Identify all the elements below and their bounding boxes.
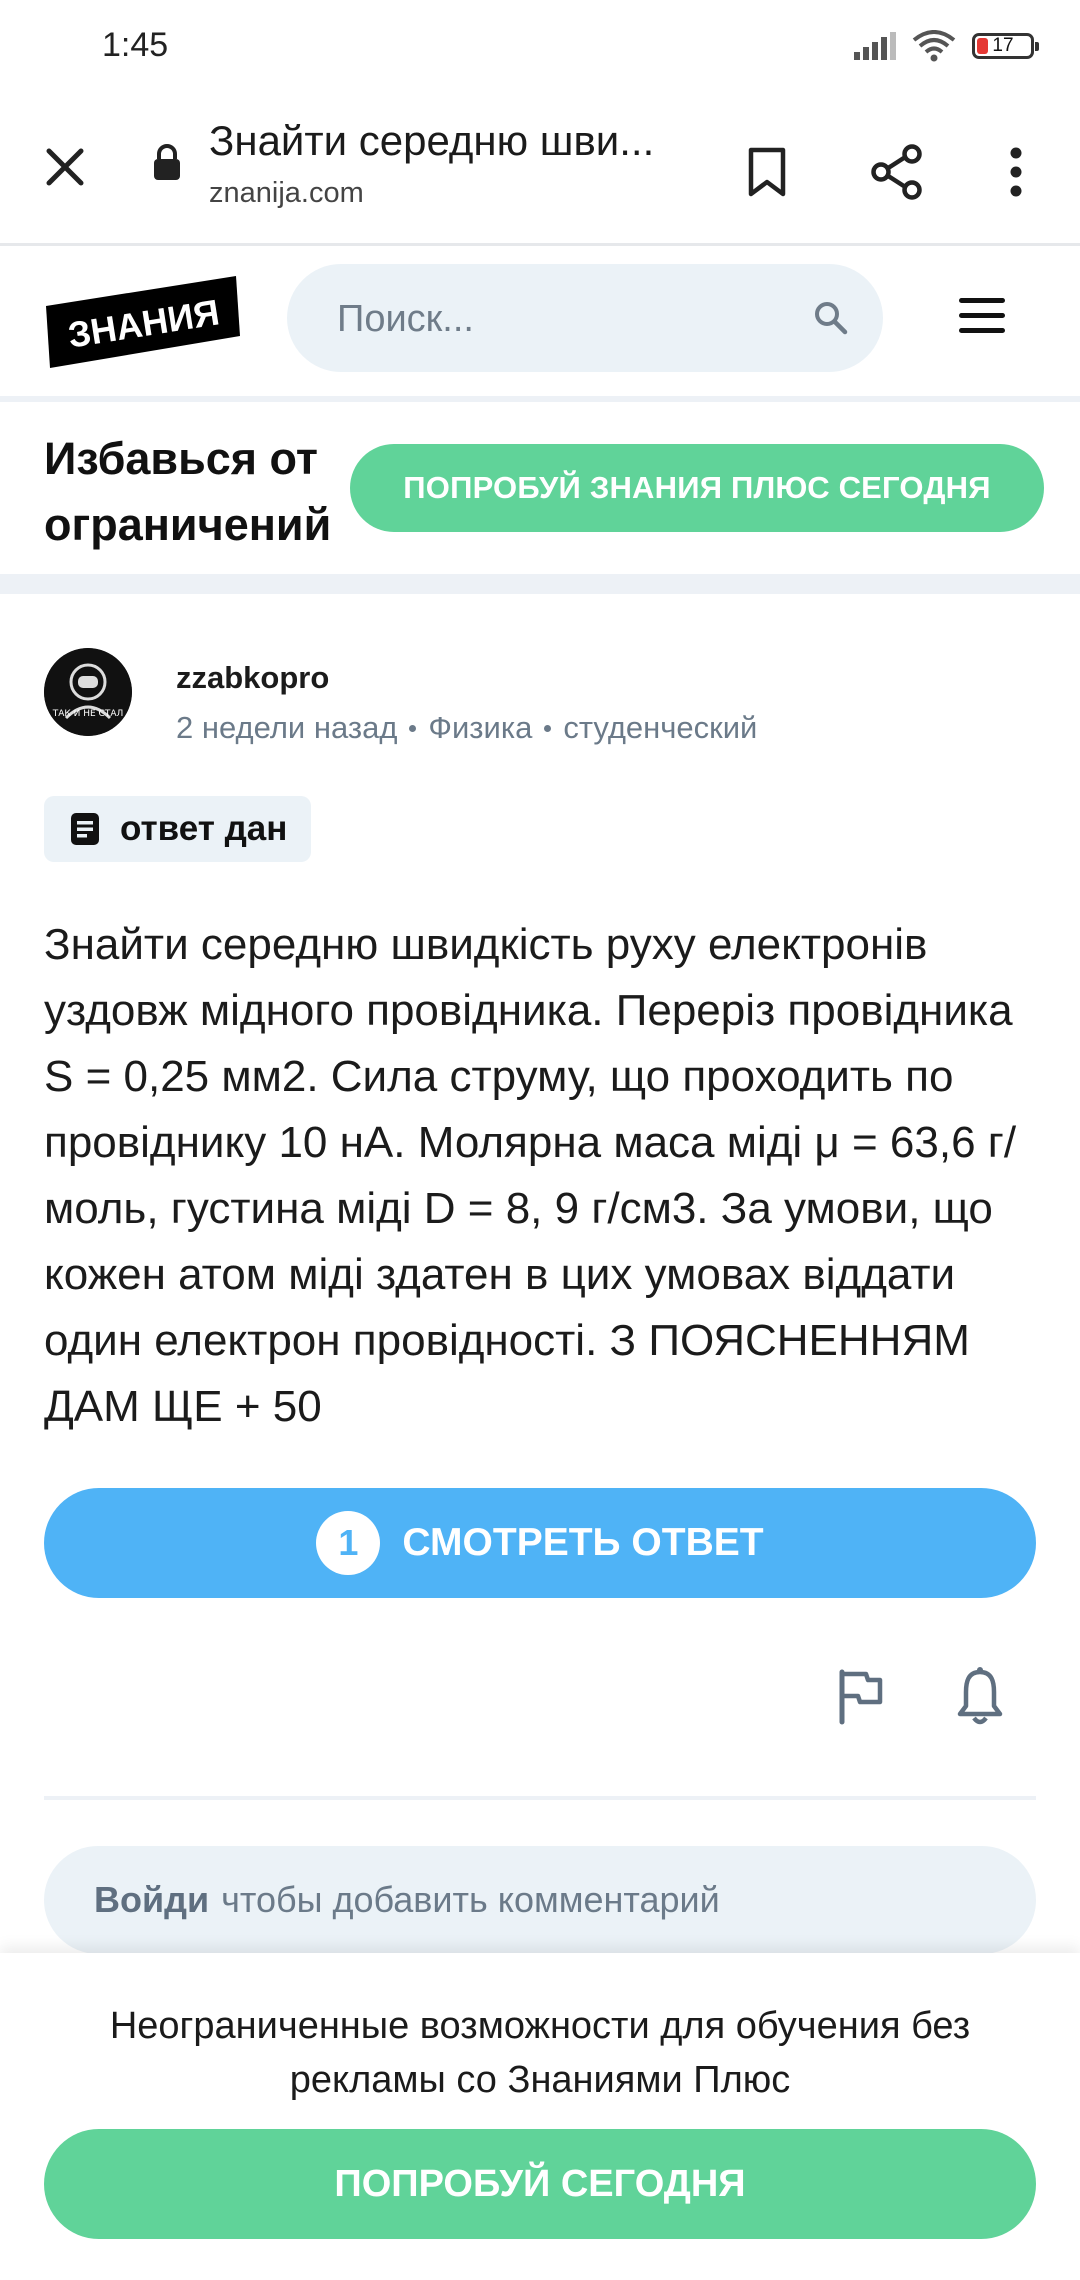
badge-label: ответ дан bbox=[120, 809, 288, 848]
avatar-text: ТАК И НЕ СТАЛ bbox=[52, 709, 124, 719]
status-icons: 17 bbox=[854, 30, 1039, 62]
share-icon bbox=[871, 144, 922, 200]
signal-icon bbox=[854, 32, 896, 60]
lock-icon bbox=[152, 143, 182, 186]
level-label: студенческий bbox=[563, 710, 758, 745]
bookmark-icon bbox=[748, 147, 786, 197]
site-header: ЗНАНИЯ bbox=[0, 246, 1080, 402]
search-bar[interactable] bbox=[287, 264, 883, 374]
comment-input[interactable]: Войди чтобы добавить комментарий bbox=[44, 1846, 1036, 1954]
try-today-button[interactable]: ПОПРОБУЙ СЕГОДНЯ bbox=[44, 2129, 1036, 2239]
follow-button[interactable] bbox=[956, 1666, 1012, 1728]
tab-title: Знайти середню шви... bbox=[209, 117, 655, 164]
more-vertical-icon bbox=[1010, 147, 1022, 197]
bookmark-button[interactable] bbox=[732, 137, 802, 207]
subject-link[interactable]: Физика bbox=[428, 710, 532, 746]
share-button[interactable] bbox=[862, 137, 932, 207]
wifi-icon bbox=[912, 30, 956, 62]
document-icon bbox=[71, 813, 99, 845]
close-button[interactable] bbox=[32, 134, 98, 200]
answered-badge: ответ дан bbox=[44, 796, 312, 862]
search-input[interactable] bbox=[335, 264, 769, 374]
question-text: Знайти середню швидкість руху електронів… bbox=[44, 920, 1017, 1431]
login-link[interactable]: Войди bbox=[94, 1879, 209, 1921]
separator-dot bbox=[409, 724, 417, 732]
bottom-promo-panel: Неограниченные возможности для обучения … bbox=[0, 1953, 1080, 2280]
more-options-button[interactable] bbox=[988, 137, 1044, 207]
search-icon[interactable] bbox=[813, 300, 849, 336]
author-name[interactable]: zzabkopro bbox=[176, 660, 329, 696]
promo-title-line2: ограничений bbox=[44, 499, 332, 550]
view-answer-button[interactable]: 1 СМОТРЕТЬ ОТВЕТ bbox=[44, 1488, 1036, 1598]
divider bbox=[44, 1796, 1036, 1800]
close-icon bbox=[46, 148, 84, 186]
answer-count: 1 bbox=[316, 1511, 381, 1575]
status-time: 1:45 bbox=[102, 26, 169, 64]
battery-level: 17 bbox=[992, 35, 1014, 56]
report-button[interactable] bbox=[836, 1668, 892, 1728]
promo-title: Избавься от ограничений bbox=[44, 426, 331, 558]
bell-icon bbox=[957, 1667, 1003, 1725]
question-time: 2 недели назад bbox=[176, 710, 398, 745]
page-url[interactable]: znanija.com bbox=[209, 177, 364, 210]
promo-title-line1: Избавься от bbox=[44, 433, 318, 484]
bottom-promo-text: Неограниченные возможности для обучения … bbox=[109, 2005, 971, 2101]
promo-banner: Избавься от ограничений ПОПРОБУЙ ЗНАНИЯ … bbox=[0, 404, 1080, 594]
status-bar: 1:45 17 bbox=[0, 0, 1080, 95]
avatar[interactable]: ТАК И НЕ СТАЛ bbox=[44, 648, 132, 736]
separator-dot bbox=[544, 724, 552, 732]
view-answer-label: СМОТРЕТЬ ОТВЕТ bbox=[402, 1521, 764, 1564]
question-meta: 2 недели назад Физика студенческий bbox=[176, 710, 757, 746]
comment-prompt: чтобы добавить комментарий bbox=[221, 1879, 720, 1920]
battery-icon: 17 bbox=[972, 33, 1039, 59]
hamburger-menu-button[interactable] bbox=[954, 298, 1010, 344]
site-logo[interactable]: ЗНАНИЯ bbox=[46, 276, 242, 373]
flag-icon bbox=[839, 1669, 883, 1725]
try-plus-button[interactable]: ПОПРОБУЙ ЗНАНИЯ ПЛЮС СЕГОДНЯ bbox=[350, 444, 1044, 532]
browser-toolbar: Знайти середню шви... znanija.com bbox=[0, 95, 1080, 246]
